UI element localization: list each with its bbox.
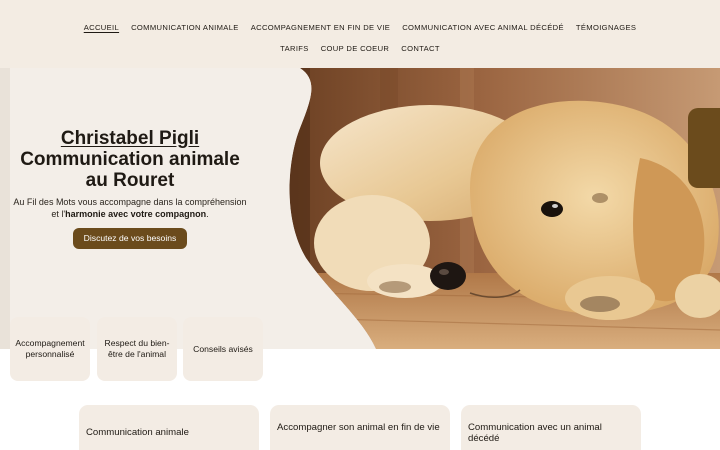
feature-card-personalized: Accompagnement personnalisé [10, 317, 90, 381]
hero-content: Christabel Pigli Communication animale a… [12, 128, 248, 249]
feature-label: Accompagnement personnalisé [15, 338, 85, 359]
hero-description: Au Fil des Mots vous accompagne dans la … [12, 197, 248, 220]
nav-row-secondary: TARIFS COUP DE COEUR CONTACT [0, 44, 720, 54]
desc-part-2: . [206, 208, 209, 219]
service-card-end-of-life[interactable]: Accompagner son animal en fin de vie [270, 405, 450, 450]
feature-label: Conseils avisés [193, 343, 253, 354]
feature-label: Respect du bien-être de l'animal [104, 338, 170, 359]
feature-card-wellbeing: Respect du bien-être de l'animal [97, 317, 177, 381]
desc-bold: harmonie avec votre compagnon [65, 208, 207, 219]
nav-link-communication-animale[interactable]: COMMUNICATION ANIMALE [131, 23, 239, 33]
discuss-needs-button[interactable]: Discutez de vos besoins [72, 228, 188, 249]
nav-link-communication-animal-decede[interactable]: COMMUNICATION AVEC ANIMAL DÉCÉDÉ [402, 23, 564, 33]
nav-link-tarifs[interactable]: TARIFS [280, 44, 309, 54]
title-subtitle: Communication animale au Rouret [20, 149, 240, 191]
service-title: Accompagner son animal en fin de vie [277, 422, 440, 433]
service-title: Communication animale [86, 427, 189, 438]
feature-card-advice: Conseils avisés [183, 317, 263, 381]
nav-link-accueil[interactable]: ACCUEIL [84, 23, 119, 33]
nav-link-coup-de-coeur[interactable]: COUP DE COEUR [321, 44, 390, 54]
nav-link-contact[interactable]: CONTACT [401, 44, 440, 54]
main-navigation: ACCUEIL COMMUNICATION ANIMALE ACCOMPAGNE… [0, 0, 720, 68]
service-card-deceased[interactable]: Communication avec un animal décédé [461, 405, 641, 450]
nav-link-accompagnement-fin-de-vie[interactable]: ACCOMPAGNEMENT EN FIN DE VIE [251, 23, 390, 33]
title-brand-link[interactable]: Christabel Pigli [12, 128, 248, 149]
service-card-communication[interactable]: Communication animale [79, 405, 259, 450]
nav-row-primary: ACCUEIL COMMUNICATION ANIMALE ACCOMPAGNE… [0, 23, 720, 33]
nav-link-temoignages[interactable]: TÉMOIGNAGES [576, 23, 636, 33]
side-tab-handle[interactable] [688, 108, 720, 188]
service-title: Communication avec un animal décédé [468, 422, 602, 444]
page-title: Christabel Pigli Communication animale a… [12, 128, 248, 191]
